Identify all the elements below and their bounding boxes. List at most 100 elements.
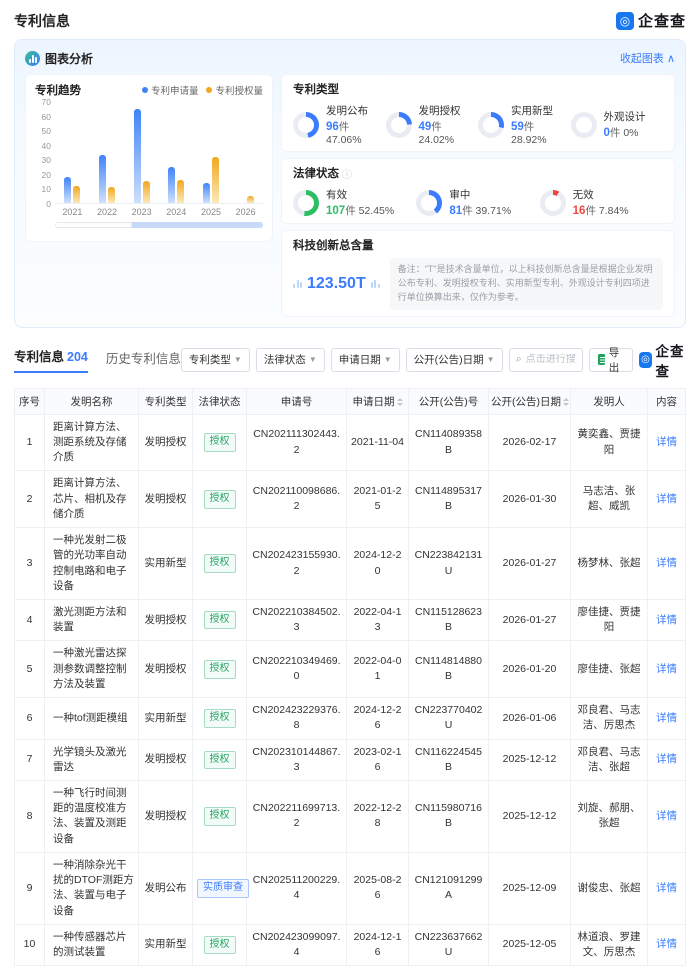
stat-percent: 24.02% — [419, 134, 455, 146]
column-header[interactable]: 申请日期 — [347, 388, 409, 414]
page-header: 专利信息 ◎ 企查查 — [0, 0, 700, 39]
bar-group — [168, 102, 184, 203]
detail-link[interactable]: 详情 — [656, 712, 677, 724]
application-date-cell: 2025-08-26 — [347, 852, 409, 924]
publication-date-cell: 2025-12-12 — [489, 780, 571, 852]
legend-label: 专利申请量 — [151, 83, 199, 97]
patent-name-cell: 距离计算方法、测距系统及存储介质 — [45, 414, 139, 471]
trend-zoom-slider[interactable] — [55, 222, 263, 228]
tab-history-patent-info[interactable]: 历史专利信息 — [106, 348, 181, 373]
publication-date-cell: 2026-01-06 — [489, 698, 571, 739]
column-header: 发明人 — [571, 388, 648, 414]
stat-count: 49 — [419, 121, 432, 133]
stat-label: 有效 — [326, 187, 394, 202]
x-axis-label: 2026 — [236, 207, 256, 217]
legal-status-cell: 授权 — [193, 528, 247, 600]
tab-patent-info[interactable]: 专利信息204 — [14, 346, 88, 373]
detail-link[interactable]: 详情 — [656, 663, 677, 675]
application-date-cell: 2022-12-28 — [347, 780, 409, 852]
filter-button[interactable]: 法律状态▼ — [256, 348, 325, 372]
content-cell: 详情 — [648, 924, 686, 965]
publication-number-cell: CN223842131U — [409, 528, 489, 600]
patent-type-cell: 实用新型 — [139, 528, 193, 600]
stat-unit: 件 — [345, 205, 358, 217]
detail-link[interactable]: 详情 — [656, 614, 677, 626]
column-header: 序号 — [15, 388, 45, 414]
bar-group — [64, 102, 80, 203]
filter-button[interactable]: 公开(公告)日期▼ — [406, 348, 503, 372]
tab-count: 204 — [67, 350, 88, 364]
collapse-charts-link[interactable]: 收起图表 ∧ — [620, 50, 675, 66]
inventors-cell: 廖佳捷、张超 — [571, 641, 648, 698]
detail-link[interactable]: 详情 — [656, 753, 677, 765]
stat-donut-item: 发明授权49件 24.02% — [386, 103, 479, 146]
search-box[interactable]: ⌕ — [509, 348, 583, 372]
stat-label: 审中 — [449, 187, 511, 202]
row-number-cell: 9 — [15, 852, 45, 924]
sort-icon[interactable] — [563, 398, 569, 406]
zoom-slider-selected-area[interactable] — [132, 222, 263, 228]
trend-bar — [73, 186, 80, 203]
patent-type-cell: 发明授权 — [139, 739, 193, 780]
chevron-down-icon: ▼ — [234, 355, 242, 364]
inventors-cell: 林道浪、罗建文、厉思杰 — [571, 924, 648, 965]
stat-percent: 52.45% — [359, 205, 395, 217]
stat-numbers: 107件 52.45% — [326, 203, 394, 218]
patent-trend-card: 专利趋势 专利申请量专利授权量 706050403020100 20212022… — [25, 74, 273, 242]
column-header[interactable]: 公开(公告)日期 — [489, 388, 571, 414]
x-axis-label: 2023 — [132, 207, 152, 217]
column-header-label: 发明名称 — [71, 396, 113, 408]
bar-group — [203, 102, 219, 203]
status-badge: 授权 — [204, 611, 236, 630]
application-number-cell: CN202423229376.8 — [247, 698, 347, 739]
filter-button-label: 公开(公告)日期 — [414, 352, 484, 367]
search-input[interactable] — [526, 354, 576, 365]
legend-item: 专利授权量 — [206, 83, 263, 97]
filter-button[interactable]: 申请日期▼ — [331, 348, 400, 372]
legal-status-cell: 授权 — [193, 600, 247, 641]
publication-date-cell: 2026-01-27 — [489, 600, 571, 641]
row-number-cell: 7 — [15, 739, 45, 780]
table-row: 10一种传感器芯片的测试装置实用新型授权CN202423099097.42024… — [15, 924, 686, 965]
detail-link[interactable]: 详情 — [656, 938, 677, 950]
status-badge: 授权 — [204, 751, 236, 770]
row-number-cell: 3 — [15, 528, 45, 600]
application-date-cell: 2024-12-16 — [347, 924, 409, 965]
content-cell: 详情 — [648, 414, 686, 471]
export-label: 导出 — [609, 345, 625, 375]
trend-y-axis: 706050403020100 — [35, 102, 55, 204]
inventors-cell: 黄奕鑫、贾捷阳 — [571, 414, 648, 471]
chevron-down-icon: ▼ — [384, 355, 392, 364]
stat-count: 96 — [326, 121, 339, 133]
detail-link[interactable]: 详情 — [656, 810, 677, 822]
detail-link[interactable]: 详情 — [656, 557, 677, 569]
detail-link[interactable]: 详情 — [656, 436, 677, 448]
table-row: 9一种消除杂光干扰的DTOF测距方法、装置与电子设备发明公布实质审查CN2025… — [15, 852, 686, 924]
qichacha-logo-icon: ◎ — [639, 352, 651, 368]
trend-chart-title: 专利趋势 — [35, 82, 81, 98]
column-header: 法律状态 — [193, 388, 247, 414]
info-icon[interactable]: ⓘ — [342, 166, 352, 181]
detail-link[interactable]: 详情 — [656, 882, 677, 894]
filter-button[interactable]: 专利类型▼ — [181, 348, 250, 372]
sort-icon[interactable] — [397, 398, 403, 406]
status-badge: 授权 — [204, 554, 236, 573]
patent-type-cell: 发明公布 — [139, 852, 193, 924]
column-header: 发明名称 — [45, 388, 139, 414]
patent-name-cell: 一种光发射二极管的光功率自动控制电路和电子设备 — [45, 528, 139, 600]
column-header-label: 公开(公告)号 — [419, 396, 479, 408]
export-button[interactable]: 导出 — [589, 348, 633, 372]
detail-link[interactable]: 详情 — [656, 493, 677, 505]
qichacha-logo-icon: ◎ — [616, 12, 634, 30]
content-cell: 详情 — [648, 698, 686, 739]
patent-name-cell: 一种消除杂光干扰的DTOF测距方法、装置与电子设备 — [45, 852, 139, 924]
stat-texts: 发明公布96件 47.06% — [326, 103, 386, 146]
patent-type-cell: 实用新型 — [139, 698, 193, 739]
column-header-label: 专利类型 — [145, 396, 187, 408]
zoom-slider-handle-area[interactable] — [55, 222, 132, 228]
row-number-cell: 2 — [15, 471, 45, 528]
tab-label: 历史专利信息 — [106, 352, 181, 366]
stat-donut-item: 发明公布96件 47.06% — [293, 103, 386, 146]
publication-date-cell: 2025-12-09 — [489, 852, 571, 924]
column-header: 申请号 — [247, 388, 347, 414]
